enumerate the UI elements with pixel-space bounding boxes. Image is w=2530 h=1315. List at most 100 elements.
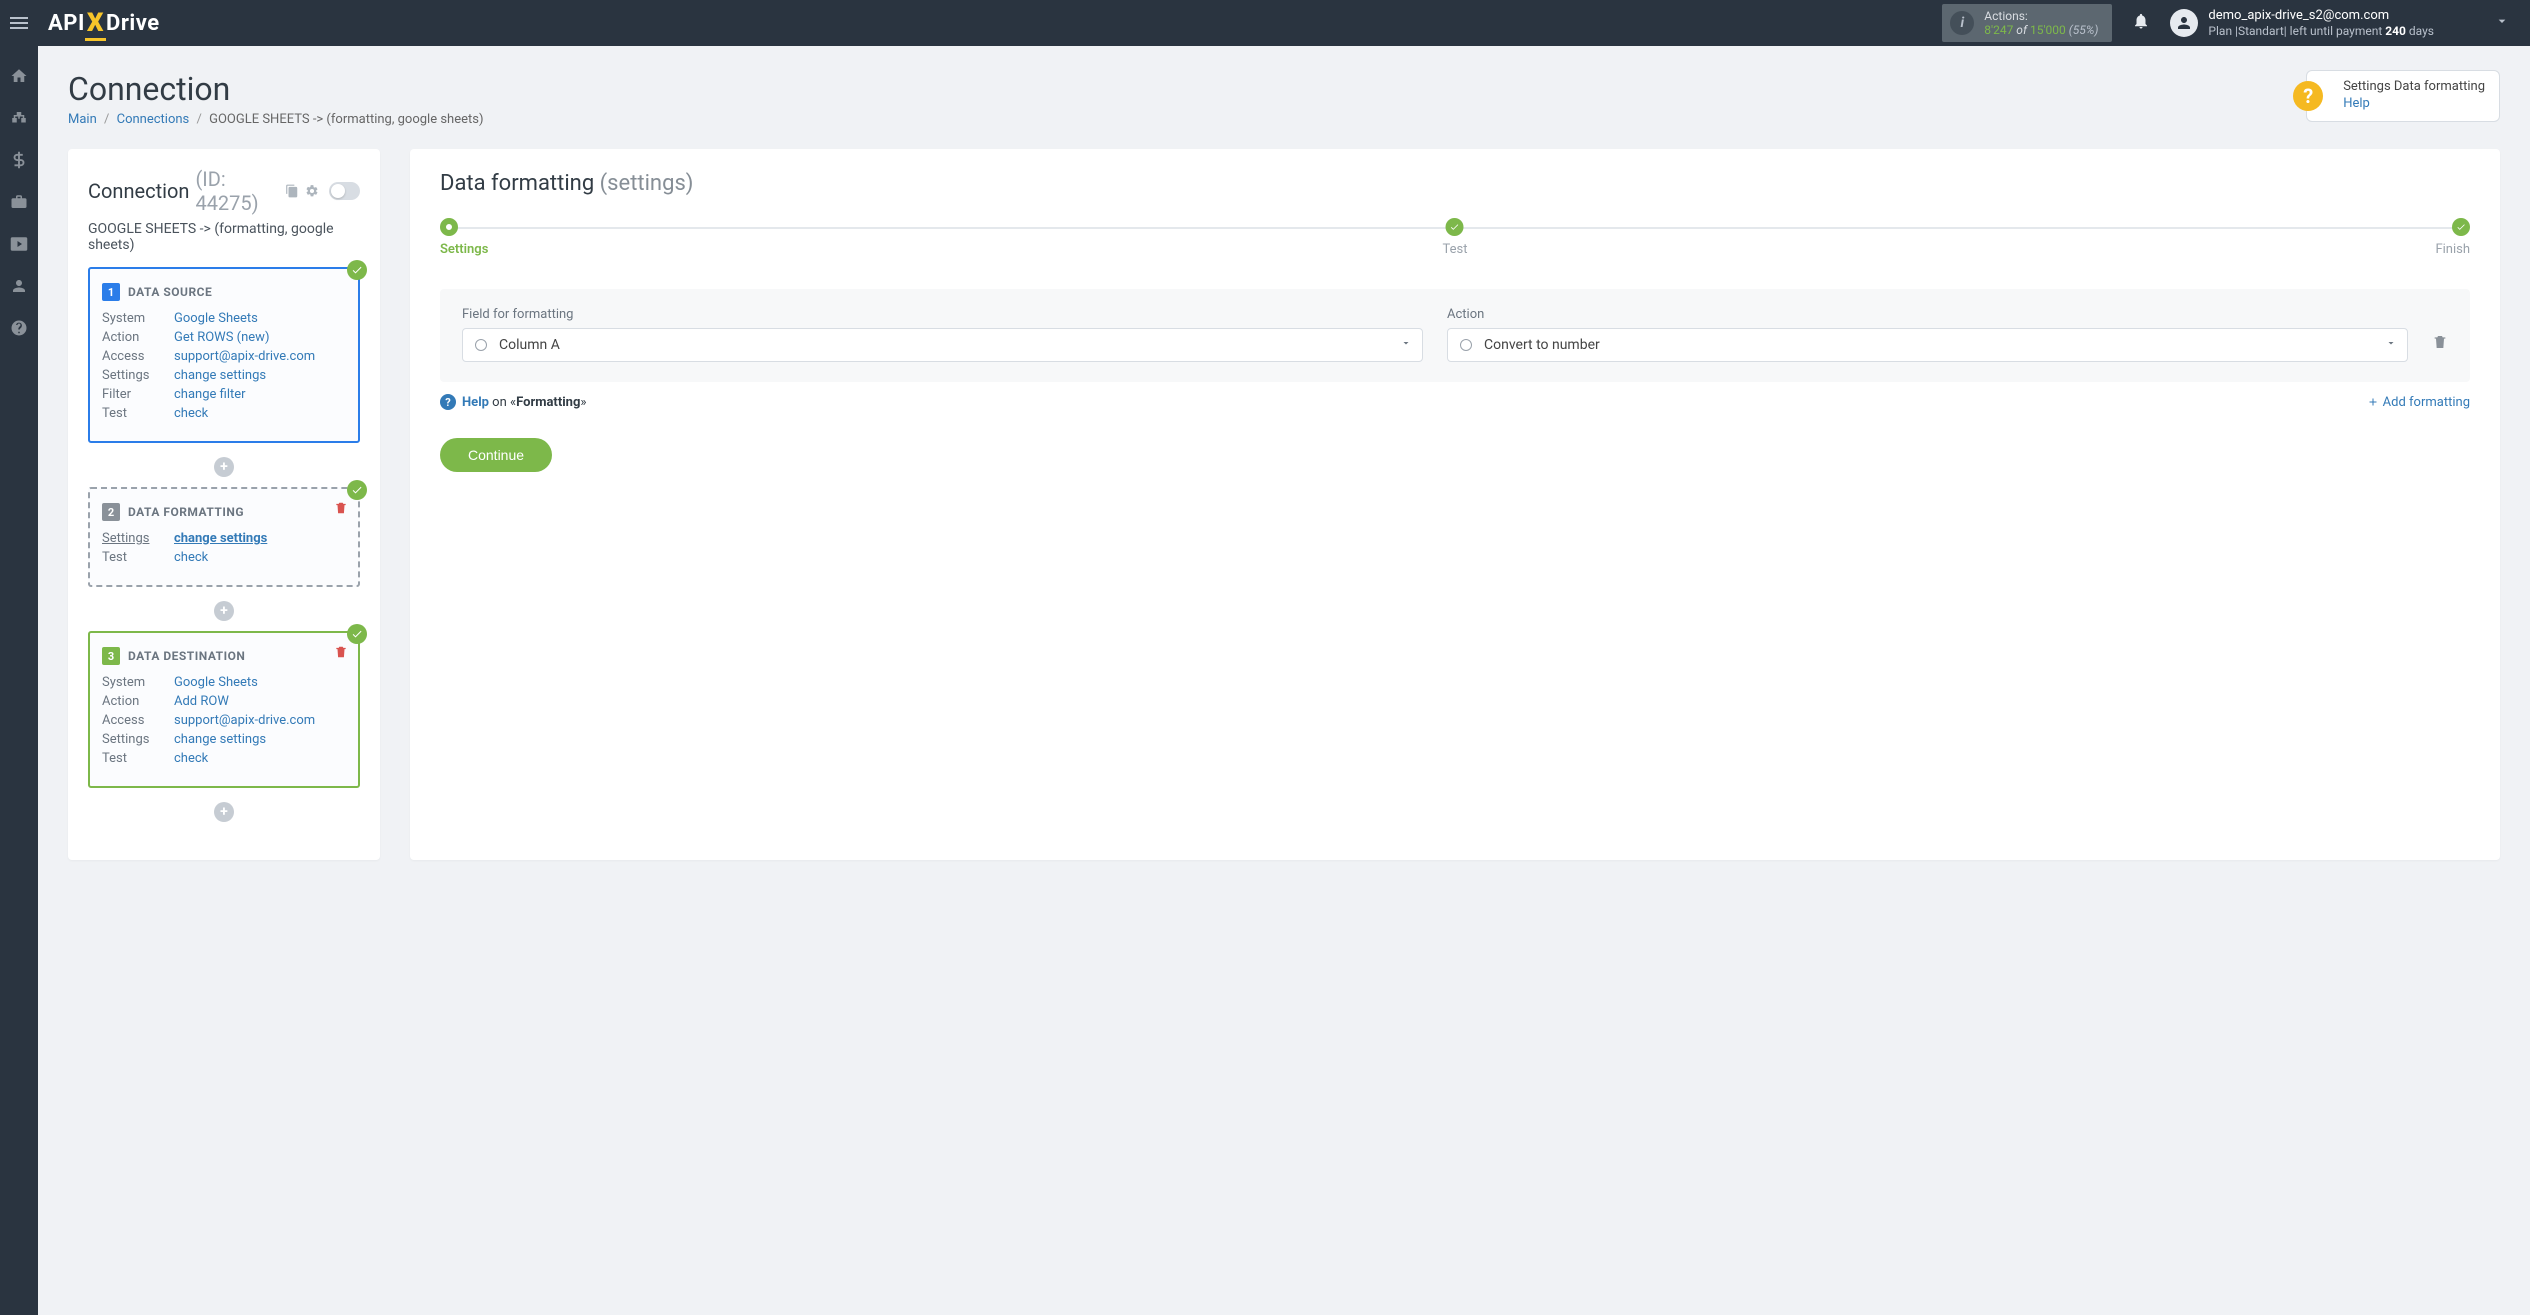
lp-subtitle: GOOGLE SHEETS -> (formatting, google she… [88,221,360,253]
page-title: Connection [68,70,483,108]
actions-total: 15'000 [2030,23,2066,37]
left-panel: Connection (ID: 44275) GOOGLE SHEETS -> … [68,149,380,860]
delete-formatting-icon[interactable] [334,501,348,519]
field-formatting-select[interactable]: Column A [462,328,1423,362]
user-dropdown-chevron[interactable] [2484,13,2520,33]
help-icon[interactable] [9,318,29,338]
chevron-down-icon [2385,337,2397,353]
add-after-formatting[interactable]: + [214,601,234,621]
help-inline[interactable]: ? Help on «Formatting» [440,394,586,410]
formatting-row: Field for formatting Column A Action Con… [440,289,2470,382]
card-number-1: 1 [102,283,120,301]
action-label: Action [1447,307,2408,322]
help-word: Help [462,395,489,410]
breadcrumb: Main / Connections / GOOGLE SHEETS -> (f… [68,112,483,127]
topbar: API X Drive i Actions: 8'247 of 15'000 (… [0,0,2530,46]
connection-toggle[interactable] [329,182,360,200]
source-access-link[interactable]: support@apix-drive.com [174,349,315,364]
step-done-dot [1446,218,1464,236]
home-icon[interactable] [9,66,29,86]
check-badge-icon [347,260,367,280]
card-data-destination: 3 DATA DESTINATION SystemGoogle Sheets A… [88,631,360,788]
stepper: Settings Test Finish [440,218,2470,257]
user-plan: Plan |Standart| left until payment 240 d… [2208,24,2434,38]
right-title: Data formatting (settings) [440,171,2470,196]
card-source-label: DATA SOURCE [128,285,212,299]
continue-button[interactable]: Continue [440,438,552,472]
briefcase-icon[interactable] [9,192,29,212]
source-settings-link[interactable]: change settings [174,368,266,383]
format-test-link[interactable]: check [174,550,208,565]
source-test-link[interactable]: check [174,406,208,421]
main-content: Connection Main / Connections / GOOGLE S… [38,46,2530,1315]
logo-drive: Drive [106,11,160,36]
user-email: demo_apix-drive_s2@com.com [2208,8,2434,24]
check-badge-icon [347,624,367,644]
dest-access-link[interactable]: support@apix-drive.com [174,713,315,728]
actions-pct: (55%) [2069,23,2099,37]
step-settings[interactable]: Settings [440,218,488,257]
breadcrumb-connections[interactable]: Connections [117,112,190,127]
user-avatar-icon [2170,9,2198,37]
source-filter-link[interactable]: change filter [174,387,246,402]
dest-action-link[interactable]: Add ROW [174,694,229,709]
card-dest-label: DATA DESTINATION [128,649,245,663]
side-rail [0,46,38,1315]
dest-settings-link[interactable]: change settings [174,732,266,747]
step-finish[interactable]: Finish [2435,218,2470,257]
source-action-link[interactable]: Get ROWS (new) [174,330,269,345]
dest-test-link[interactable]: check [174,751,208,766]
user-menu[interactable]: demo_apix-drive_s2@com.com Plan |Standar… [2170,8,2464,38]
hamburger-icon [10,17,28,29]
video-icon[interactable] [9,234,29,254]
actions-counter[interactable]: i Actions: 8'247 of 15'000 (55%) [1942,4,2112,42]
user-icon[interactable] [9,276,29,296]
dollar-icon[interactable] [9,150,29,170]
step-current-dot [440,218,458,236]
card-data-source: 1 DATA SOURCE SystemGoogle Sheets Action… [88,267,360,443]
add-after-destination[interactable]: + [214,802,234,822]
radio-icon [475,339,487,351]
card-data-formatting: 2 DATA FORMATTING Settingschange setting… [88,487,360,587]
step-test[interactable]: Test [1443,218,1468,257]
help-badge-text: Settings Data formatting [2343,79,2485,96]
help-badge-link[interactable]: Help [2343,96,2370,111]
gear-icon[interactable] [305,184,319,198]
format-settings-link[interactable]: change settings [174,531,267,546]
hamburger-menu[interactable] [0,0,38,46]
card-format-label: DATA FORMATTING [128,505,244,519]
actions-used: 8'247 [1984,23,2013,37]
action-select[interactable]: Convert to number [1447,328,2408,362]
lp-id: (ID: 44275) [195,167,279,215]
logo[interactable]: API X Drive [38,8,170,38]
copy-icon[interactable] [285,184,299,198]
breadcrumb-current: GOOGLE SHEETS -> (formatting, google she… [209,112,483,127]
check-badge-icon [347,480,367,500]
add-formatting-button[interactable]: Add formatting [2367,395,2470,410]
help-badge: ? Settings Data formatting Help [2306,70,2500,122]
source-system-link[interactable]: Google Sheets [174,311,258,326]
actions-of: of [2013,23,2030,37]
remove-row-icon[interactable] [2432,334,2448,362]
lp-title: Connection [88,179,189,203]
action-value: Convert to number [1484,337,1600,353]
card-number-3: 3 [102,647,120,665]
sitemap-icon[interactable] [9,108,29,128]
add-after-source[interactable]: + [214,457,234,477]
field-formatting-label: Field for formatting [462,307,1423,322]
chevron-down-icon [1400,337,1412,353]
delete-destination-icon[interactable] [334,645,348,663]
dest-system-link[interactable]: Google Sheets [174,675,258,690]
card-number-2: 2 [102,503,120,521]
step-done-dot [2452,218,2470,236]
actions-label: Actions: [1984,9,2098,23]
help-badge-icon[interactable]: ? [2293,81,2323,111]
right-panel: Data formatting (settings) Settings Test… [410,149,2500,860]
add-formatting-label: Add formatting [2383,395,2470,410]
radio-icon [1460,339,1472,351]
logo-api: API [48,11,85,36]
field-formatting-value: Column A [499,337,560,353]
logo-x: X [85,8,106,41]
notifications-icon[interactable] [2132,12,2150,34]
breadcrumb-main[interactable]: Main [68,112,97,127]
